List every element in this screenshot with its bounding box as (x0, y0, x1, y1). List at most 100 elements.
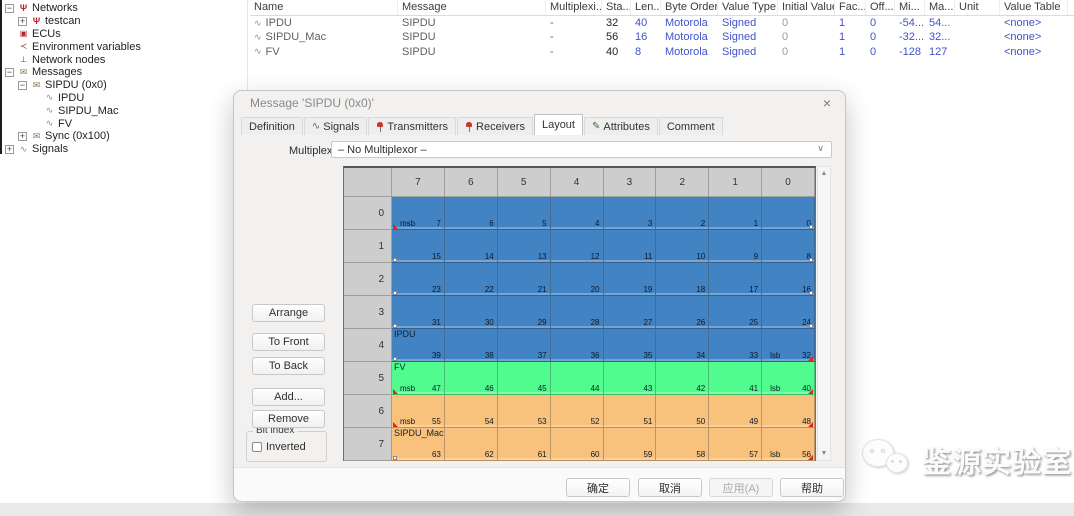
tree-item-sync-0x100[interactable]: +✉Sync (0x100) (2, 130, 247, 143)
inverted-option[interactable]: Inverted (252, 441, 306, 453)
tab-attributes[interactable]: ✎Attributes (584, 117, 658, 135)
bit-cell[interactable]: 17 (709, 263, 762, 296)
tree-item-networks[interactable]: −ΨNetworks (2, 2, 247, 15)
tab-comment[interactable]: Comment (659, 117, 723, 135)
remove-button[interactable]: Remove (252, 410, 325, 428)
bit-cell[interactable]: 40lsb (762, 362, 815, 395)
bit-cell[interactable]: 3 (604, 197, 657, 230)
bit-cell[interactable]: 16 (762, 263, 815, 296)
bit-cell[interactable]: 60 (551, 428, 604, 461)
bit-cell[interactable]: 23 (392, 263, 445, 296)
column-header-mi[interactable]: Mi... (895, 0, 925, 15)
bit-cell[interactable]: 35 (604, 329, 657, 362)
bit-cell[interactable]: 63SIPDU_Mac (392, 428, 445, 461)
tree-item-sipdu-mac[interactable]: ∿SIPDU_Mac (2, 104, 247, 117)
table-row[interactable]: ∿IPDUSIPDU-3240MotorolaSigned010-54...54… (250, 16, 1074, 30)
bit-cell[interactable]: 47msbFV (392, 362, 445, 395)
bit-cell[interactable]: 1 (709, 197, 762, 230)
scroll-down-icon[interactable]: ▼ (818, 450, 830, 457)
bit-cell[interactable]: 22 (445, 263, 498, 296)
bit-cell[interactable]: 13 (498, 230, 551, 263)
bit-cell[interactable]: 52 (551, 395, 604, 428)
bit-cell[interactable]: 37 (498, 329, 551, 362)
bit-cell[interactable]: 33 (709, 329, 762, 362)
bit-cell[interactable]: 48 (762, 395, 815, 428)
bit-cell[interactable]: 59 (604, 428, 657, 461)
cancel-button[interactable]: 取消 (638, 478, 702, 497)
bit-cell[interactable]: 43 (604, 362, 657, 395)
close-icon[interactable]: × (823, 95, 831, 111)
bit-cell[interactable]: 4 (551, 197, 604, 230)
column-header-multiplexi[interactable]: Multiplexi... (546, 0, 602, 15)
tree-item-network-nodes[interactable]: ⊥Network nodes (2, 53, 247, 66)
ok-button[interactable]: 确定 (566, 478, 630, 497)
bit-cell[interactable]: 9 (709, 230, 762, 263)
tree-item-messages[interactable]: −✉Messages (2, 66, 247, 79)
column-header-off[interactable]: Off... (866, 0, 895, 15)
arrange-button[interactable]: Arrange (252, 304, 325, 322)
column-header-message[interactable]: Message (398, 0, 546, 15)
bit-cell[interactable]: 57 (709, 428, 762, 461)
to-back-button[interactable]: To Back (252, 357, 325, 375)
bit-cell[interactable]: 29 (498, 296, 551, 329)
bit-cell[interactable]: 5 (498, 197, 551, 230)
bit-cell[interactable]: 50 (656, 395, 709, 428)
bit-cell[interactable]: 49 (709, 395, 762, 428)
expand-icon[interactable]: + (5, 145, 14, 154)
tab-receivers[interactable]: Receivers (457, 117, 533, 135)
column-header-byte-order[interactable]: Byte Order (661, 0, 718, 15)
bit-cell[interactable]: 53 (498, 395, 551, 428)
tab-transmitters[interactable]: Transmitters (368, 117, 456, 135)
bit-cell[interactable]: 27 (604, 296, 657, 329)
bit-cell[interactable]: 39IPDU (392, 329, 445, 362)
tree-item-ecus[interactable]: ▣ECUs (2, 28, 247, 41)
bit-cell[interactable]: 20 (551, 263, 604, 296)
inverted-checkbox[interactable] (252, 442, 262, 452)
bit-cell[interactable]: 25 (709, 296, 762, 329)
tree-item-ipdu[interactable]: ∿IPDU (2, 92, 247, 105)
tree-item-environment-variables[interactable]: ≺Environment variables (2, 40, 247, 53)
bit-cell[interactable]: 34 (656, 329, 709, 362)
tab-definition[interactable]: Definition (241, 117, 303, 135)
bit-cell[interactable]: 62 (445, 428, 498, 461)
help-button[interactable]: 帮助 (780, 478, 844, 497)
table-row[interactable]: ∿FVSIPDU-408MotorolaSigned010-128127<non… (250, 45, 1074, 59)
bit-cell[interactable]: 45 (498, 362, 551, 395)
bit-cell[interactable]: 15 (392, 230, 445, 263)
bit-cell[interactable]: 41 (709, 362, 762, 395)
table-row[interactable]: ∿SIPDU_MacSIPDU-5616MotorolaSigned010-32… (250, 30, 1074, 44)
bit-cell[interactable]: 10 (656, 230, 709, 263)
bit-cell[interactable]: 42 (656, 362, 709, 395)
column-header-unit[interactable]: Unit (955, 0, 1000, 15)
bit-cell[interactable]: 36 (551, 329, 604, 362)
column-header-value-table[interactable]: Value Table (1000, 0, 1068, 15)
column-header-initial-value[interactable]: Initial Value (778, 0, 835, 15)
bit-cell[interactable]: 11 (604, 230, 657, 263)
add-button[interactable]: Add... (252, 388, 325, 406)
bit-cell[interactable]: 0 (762, 197, 815, 230)
tab-signals[interactable]: ∿Signals (304, 117, 367, 135)
column-header-sta[interactable]: Sta... (602, 0, 631, 15)
column-header-len[interactable]: Len... (631, 0, 661, 15)
bit-cell[interactable]: 7msb (392, 197, 445, 230)
column-header-name[interactable]: Name (250, 0, 398, 15)
tree-item-signals[interactable]: +∿Signals (2, 143, 247, 156)
bit-cell[interactable]: 24 (762, 296, 815, 329)
bit-cell[interactable]: 12 (551, 230, 604, 263)
bit-cell[interactable]: 31 (392, 296, 445, 329)
bit-cell[interactable]: 51 (604, 395, 657, 428)
bit-cell[interactable]: 54 (445, 395, 498, 428)
tree-item-sipdu-0x0[interactable]: −✉SIPDU (0x0) (2, 79, 247, 92)
bit-cell[interactable]: 21 (498, 263, 551, 296)
bit-matrix[interactable]: 7654321007msb654321011514131211109822322… (343, 166, 816, 461)
tab-layout[interactable]: Layout (534, 114, 583, 135)
bit-cell[interactable]: 30 (445, 296, 498, 329)
bit-cell[interactable]: 44 (551, 362, 604, 395)
expand-icon[interactable]: + (18, 132, 27, 141)
column-header-value-type[interactable]: Value Type (718, 0, 778, 15)
expand-icon[interactable]: + (18, 17, 27, 26)
bit-cell[interactable]: 38 (445, 329, 498, 362)
bit-cell[interactable]: 26 (656, 296, 709, 329)
bit-cell[interactable]: 18 (656, 263, 709, 296)
bit-cell[interactable]: 2 (656, 197, 709, 230)
